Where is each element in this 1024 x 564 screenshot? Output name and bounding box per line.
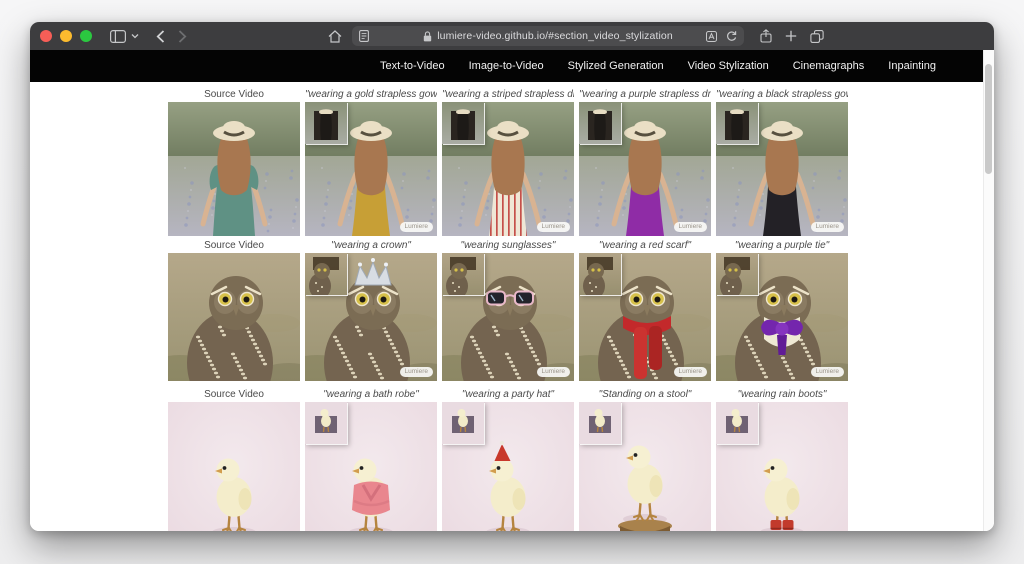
lumiere-watermark: Lumiere: [400, 367, 433, 378]
caption-row: Source Video "wearing a bath robe" "wearin…: [168, 388, 848, 402]
lumiere-watermark: Lumiere: [537, 222, 570, 233]
address-bar[interactable]: lumiere-video.github.io/#section_video_s…: [352, 26, 744, 46]
conditioning-inset-thumbnail: [442, 102, 484, 144]
zoom-button[interactable]: [80, 30, 92, 42]
video-row: Lumiere Lumiere Lumiere: [168, 402, 848, 531]
video-caption: "Standing on a stool": [579, 388, 711, 402]
source-video-thumbnail[interactable]: [168, 402, 300, 531]
conditioning-inset-thumbnail: [305, 102, 347, 144]
conditioning-inset-thumbnail: [305, 253, 347, 295]
conditioning-inset-thumbnail: [716, 402, 758, 444]
video-caption: "wearing a purple strapless dress": [579, 88, 711, 102]
nav-video-stylization[interactable]: Video Stylization: [688, 60, 769, 72]
home-icon[interactable]: [328, 30, 342, 43]
stylized-video-thumbnail[interactable]: Lumiere: [716, 102, 848, 236]
conditioning-inset-thumbnail: [305, 402, 347, 444]
video-caption: "wearing rain boots": [716, 388, 848, 402]
reload-icon[interactable]: [726, 30, 737, 42]
conditioning-inset-thumbnail: [442, 253, 484, 295]
video-caption: "wearing a gold strapless gown": [305, 88, 437, 102]
forward-icon[interactable]: [178, 30, 187, 43]
video-caption: Source Video: [168, 88, 300, 102]
stylized-video-thumbnail[interactable]: Lumiere: [716, 253, 848, 381]
page-content: Source Video "wearing a gold strapless go…: [30, 82, 994, 531]
lock-icon: [423, 31, 432, 42]
lumiere-watermark: Lumiere: [811, 367, 844, 378]
back-icon[interactable]: [156, 30, 165, 43]
minimize-button[interactable]: [60, 30, 72, 42]
browser-titlebar: lumiere-video.github.io/#section_video_s…: [30, 22, 994, 50]
nav-image-to-video[interactable]: Image-to-Video: [469, 60, 544, 72]
stylized-video-thumbnail[interactable]: Lumiere: [442, 102, 574, 236]
sidebar-icon[interactable]: [110, 30, 126, 43]
conditioning-inset-thumbnail: [579, 402, 621, 444]
conditioning-inset-thumbnail: [579, 102, 621, 144]
conditioning-inset-thumbnail: [716, 253, 758, 295]
stylized-video-thumbnail[interactable]: Lumiere: [305, 402, 437, 531]
close-button[interactable]: [40, 30, 52, 42]
stylized-video-thumbnail[interactable]: Lumiere: [579, 402, 711, 531]
browser-window: lumiere-video.github.io/#section_video_s…: [30, 22, 994, 531]
video-caption: "wearing a striped strapless dress": [442, 88, 574, 102]
stylized-video-thumbnail[interactable]: Lumiere: [305, 253, 437, 381]
nav-inpainting[interactable]: Inpainting: [888, 60, 936, 72]
stylized-video-thumbnail[interactable]: Lumiere: [716, 402, 848, 531]
video-caption: "wearing sunglasses": [442, 239, 574, 253]
video-caption: "wearing a party hat": [442, 388, 574, 402]
stylized-video-thumbnail[interactable]: Lumiere: [579, 253, 711, 381]
source-video-thumbnail[interactable]: [168, 253, 300, 381]
scrollbar-thumb[interactable]: [985, 64, 992, 174]
video-caption: "wearing a red scarf": [579, 239, 711, 253]
conditioning-inset-thumbnail: [579, 253, 621, 295]
caption-row: Source Video "wearing a crown" "wearing su…: [168, 239, 848, 253]
lumiere-watermark: Lumiere: [674, 222, 707, 233]
scrollbar[interactable]: [983, 50, 994, 531]
stylized-video-thumbnail[interactable]: Lumiere: [305, 102, 437, 236]
caption-row: Source Video "wearing a gold strapless go…: [168, 88, 848, 102]
video-caption: Source Video: [168, 388, 300, 402]
conditioning-inset-thumbnail: [716, 102, 758, 144]
tab-overview-icon[interactable]: [810, 30, 824, 43]
video-row: Lumiere Lumiere Lu: [168, 102, 848, 236]
video-caption: "wearing a black strapless gown": [716, 88, 848, 102]
translate-icon[interactable]: [706, 30, 717, 42]
nav-stylized-generation[interactable]: Stylized Generation: [568, 60, 664, 72]
video-row: Lumiere Lumiere Lumiere: [168, 253, 848, 381]
video-grid: Source Video "wearing a gold strapless go…: [168, 88, 848, 531]
video-caption: "wearing a bath robe": [305, 388, 437, 402]
share-icon[interactable]: [760, 29, 772, 43]
new-tab-icon[interactable]: [785, 30, 797, 42]
video-caption: Source Video: [168, 239, 300, 253]
url-text: lumiere-video.github.io/#section_video_s…: [437, 30, 673, 42]
source-video-thumbnail[interactable]: [168, 102, 300, 236]
lumiere-watermark: Lumiere: [537, 367, 570, 378]
video-caption: "wearing a purple tie": [716, 239, 848, 253]
video-caption: "wearing a crown": [305, 239, 437, 253]
stylized-video-thumbnail[interactable]: Lumiere: [442, 253, 574, 381]
nav-text-to-video[interactable]: Text-to-Video: [380, 60, 445, 72]
nav-cinemagraphs[interactable]: Cinemagraphs: [793, 60, 865, 72]
stylized-video-thumbnail[interactable]: Lumiere: [579, 102, 711, 236]
site-navbar: Text-to-Video Image-to-Video Stylized Ge…: [30, 50, 994, 82]
chevron-down-icon[interactable]: [131, 33, 139, 39]
stylized-video-thumbnail[interactable]: Lumiere: [442, 402, 574, 531]
lumiere-watermark: Lumiere: [400, 222, 433, 233]
conditioning-inset-thumbnail: [442, 402, 484, 444]
reader-icon[interactable]: [359, 30, 369, 42]
lumiere-watermark: Lumiere: [811, 222, 844, 233]
lumiere-watermark: Lumiere: [674, 367, 707, 378]
